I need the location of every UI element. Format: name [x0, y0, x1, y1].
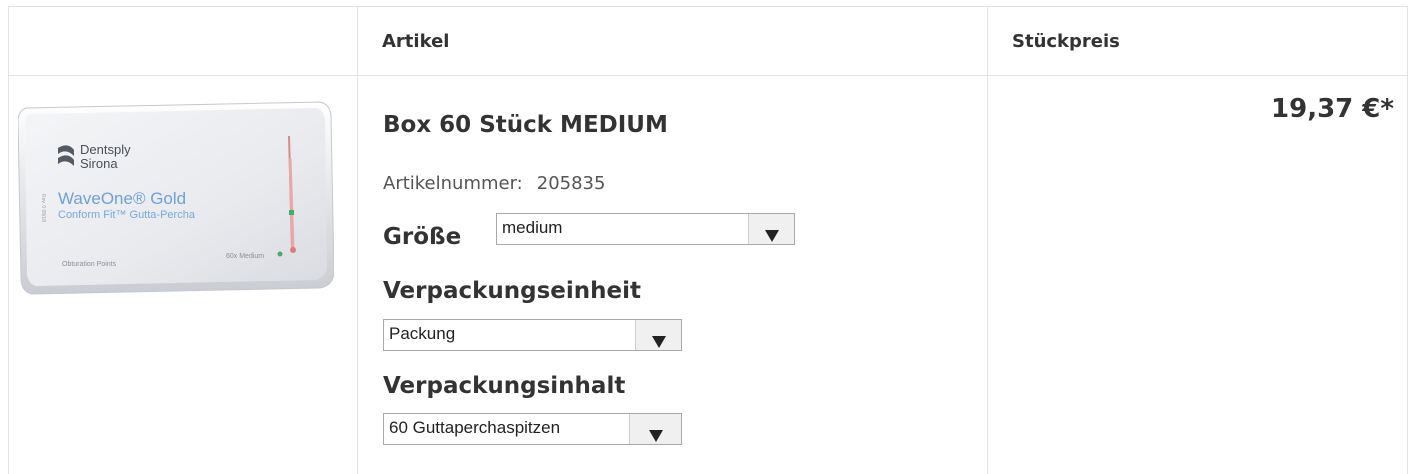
size-select[interactable]: medium: [496, 213, 795, 245]
chevron-down-icon: [651, 336, 666, 348]
size-select-value: medium: [502, 218, 563, 237]
packaging-unit-select-button[interactable]: [635, 320, 681, 350]
article-number-row: Artikelnummer: 205835: [383, 173, 605, 194]
packaging-unit-select[interactable]: Packung: [383, 319, 682, 351]
image-side-text: Rev. 0 08/18: [40, 194, 46, 222]
image-footer-left: Obturation Points: [62, 261, 117, 268]
packaging-content-select-button[interactable]: [629, 414, 681, 444]
image-brand-line1: Dentsply: [80, 142, 131, 157]
article-number-label: Artikelnummer:: [383, 173, 523, 194]
option-label-packaging-unit: Verpackungseinheit: [383, 278, 642, 304]
chevron-down-icon: [764, 230, 779, 242]
packaging-content-select-value: 60 Guttaperchaspitzen: [389, 418, 561, 437]
option-label-packaging-content: Verpackungsinhalt: [383, 373, 626, 399]
packaging-content-select[interactable]: 60 Guttaperchaspitzen: [383, 413, 682, 445]
article-number-value: 205835: [536, 173, 606, 194]
header-artikel: Artikel: [382, 30, 450, 52]
product-image[interactable]: Dentsply Sirona WaveOne® Gold Conform Fi…: [17, 98, 335, 296]
column-divider: [8, 6, 9, 474]
packaging-unit-select-value: Packung: [389, 324, 456, 343]
unit-price: 19,37 €*: [1271, 94, 1394, 124]
image-footer-right: 60x Medium: [226, 253, 264, 260]
image-product-line2: Conform Fit™ Gutta-Percha: [58, 209, 196, 221]
image-product-line1: WaveOne® Gold: [58, 189, 186, 208]
column-divider: [987, 6, 988, 474]
product-title[interactable]: Box 60 Stück MEDIUM: [383, 112, 668, 138]
option-label-size: Größe: [383, 224, 462, 250]
chevron-down-icon: [648, 430, 663, 442]
column-divider: [357, 6, 358, 474]
size-select-button[interactable]: [748, 214, 794, 244]
image-brand-line2: Sirona: [80, 156, 118, 171]
column-divider: [1407, 6, 1408, 474]
header-stueckpreis: Stückpreis: [1012, 30, 1120, 52]
table-header-row: [8, 6, 1408, 76]
